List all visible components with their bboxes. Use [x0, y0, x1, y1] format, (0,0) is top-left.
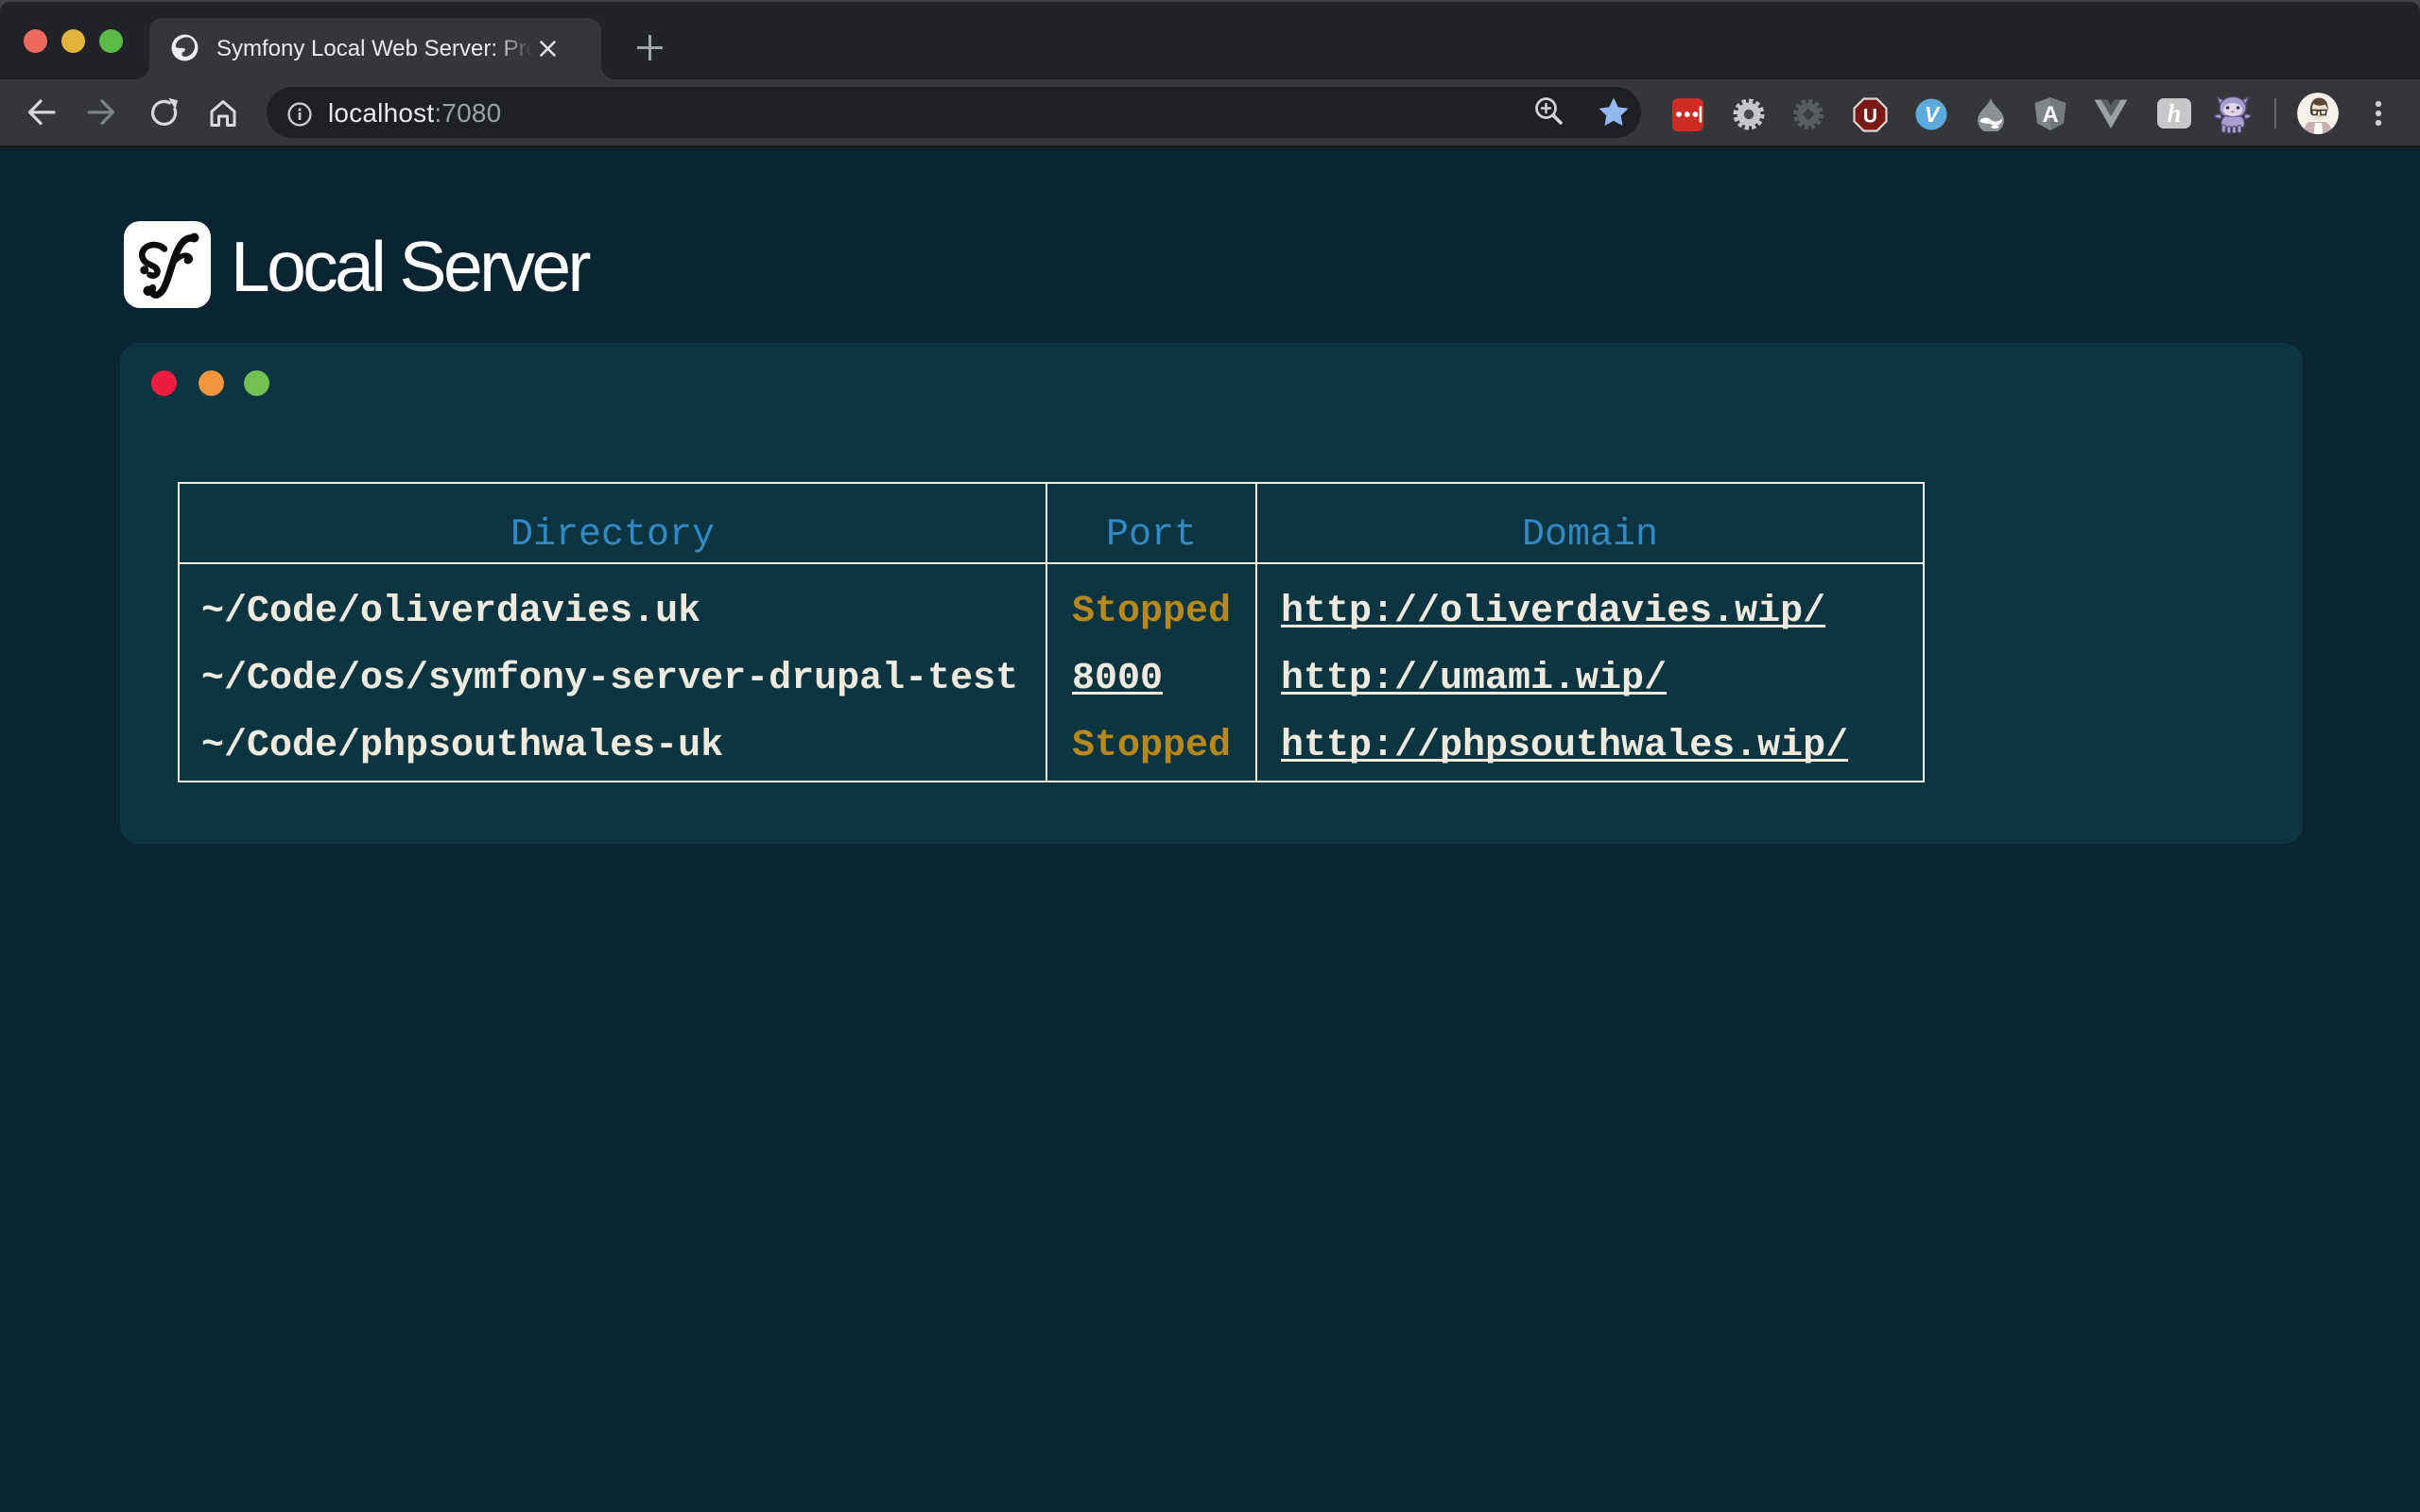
svg-text:V: V — [1925, 102, 1941, 127]
svg-text:h: h — [2167, 99, 2181, 128]
svg-text:U: U — [1863, 106, 1877, 128]
svg-text:A: A — [2042, 102, 2058, 128]
